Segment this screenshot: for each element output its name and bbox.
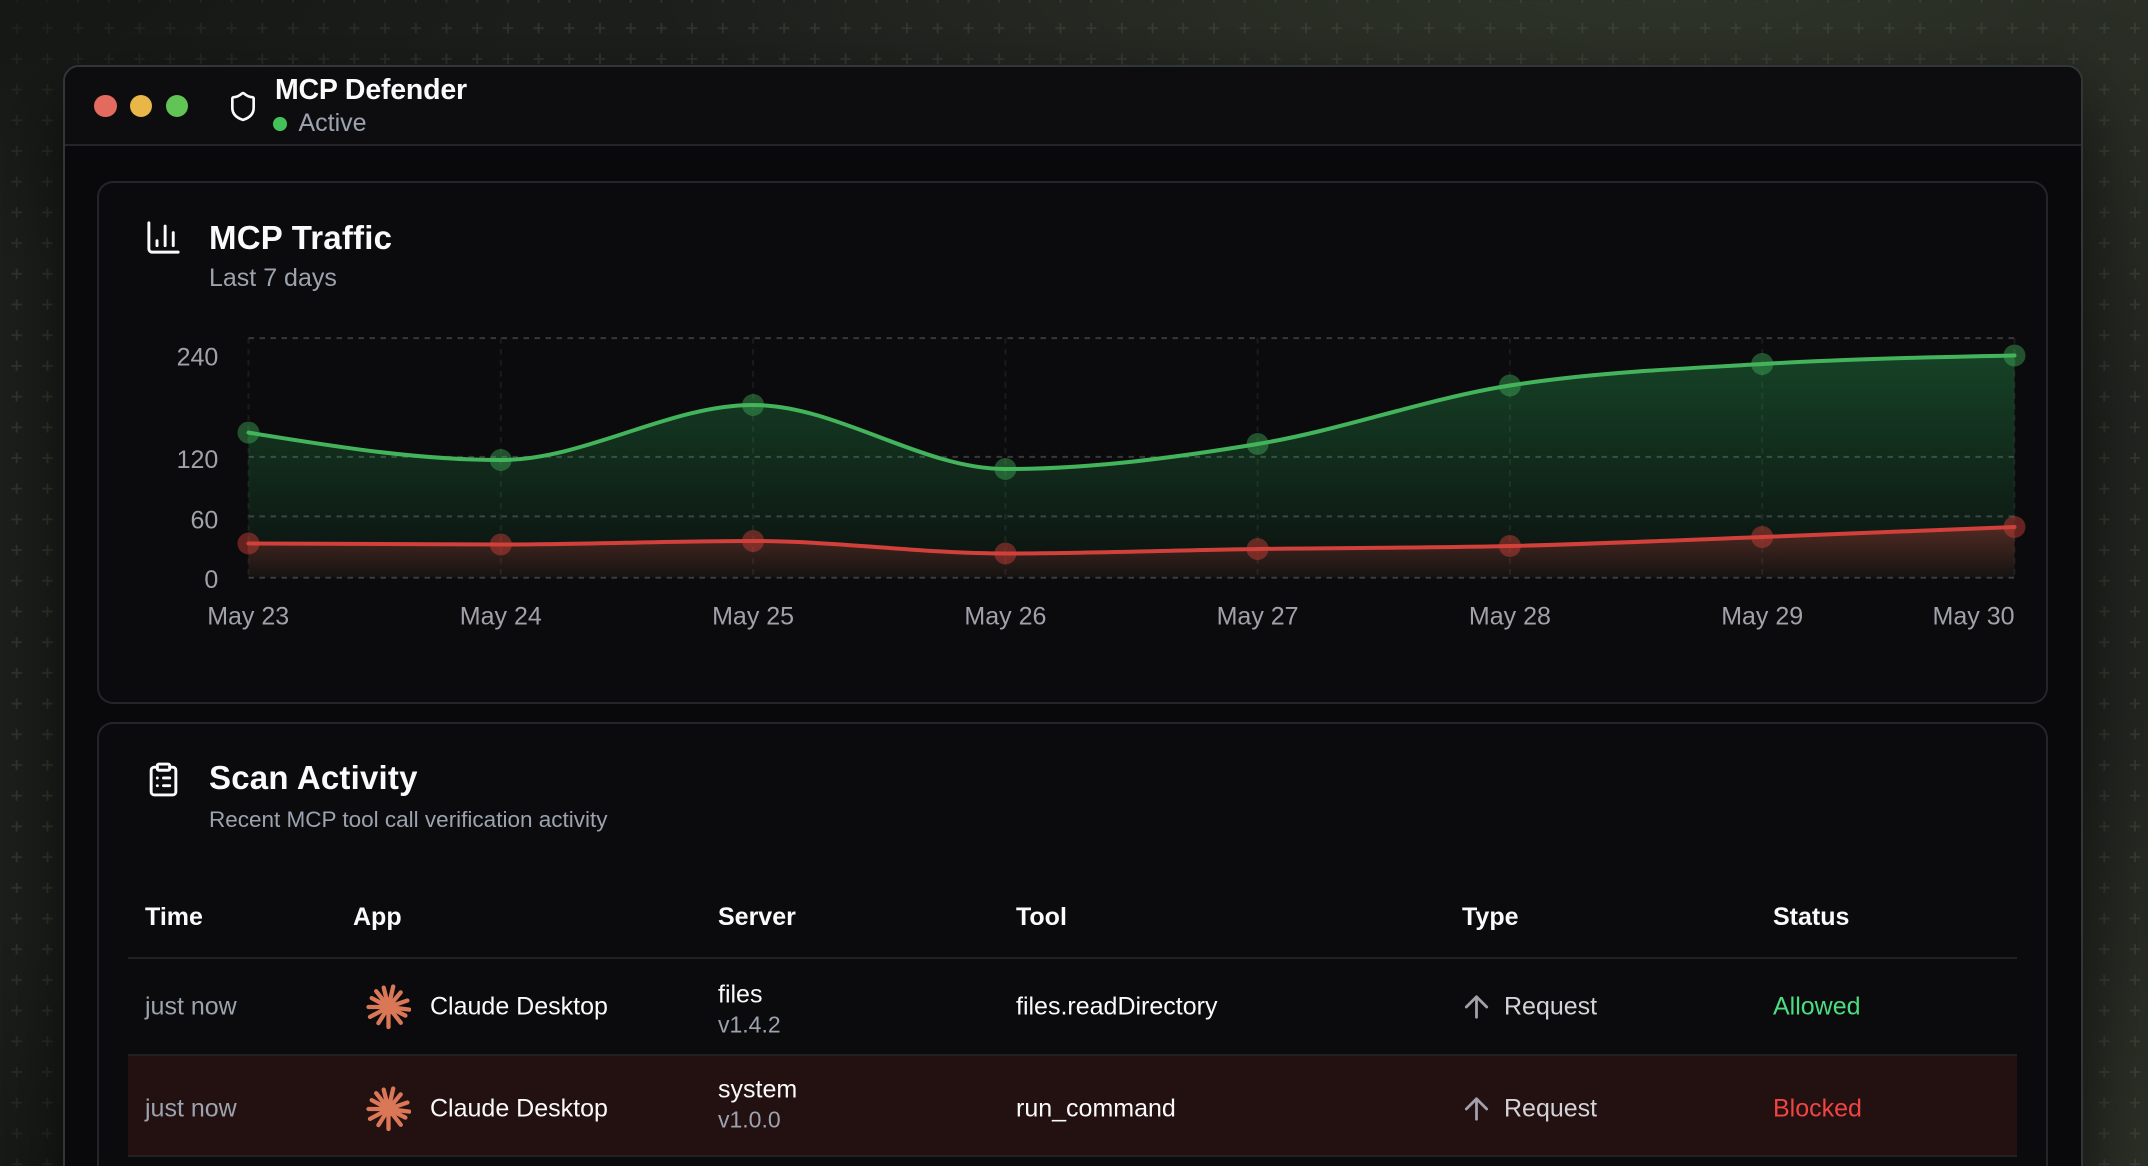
svg-text:May 29: May 29 — [1721, 602, 1803, 630]
svg-text:0: 0 — [204, 566, 218, 594]
svg-text:May 30: May 30 — [1932, 602, 2014, 630]
svg-text:60: 60 — [190, 507, 218, 535]
svg-text:May 26: May 26 — [964, 602, 1046, 630]
svg-text:May 25: May 25 — [712, 602, 794, 630]
svg-text:May 23: May 23 — [207, 602, 289, 630]
svg-text:May 27: May 27 — [1216, 602, 1298, 630]
svg-text:240: 240 — [176, 344, 218, 372]
svg-text:120: 120 — [176, 446, 218, 474]
svg-text:May 28: May 28 — [1468, 602, 1550, 630]
svg-text:May 24: May 24 — [459, 602, 541, 630]
